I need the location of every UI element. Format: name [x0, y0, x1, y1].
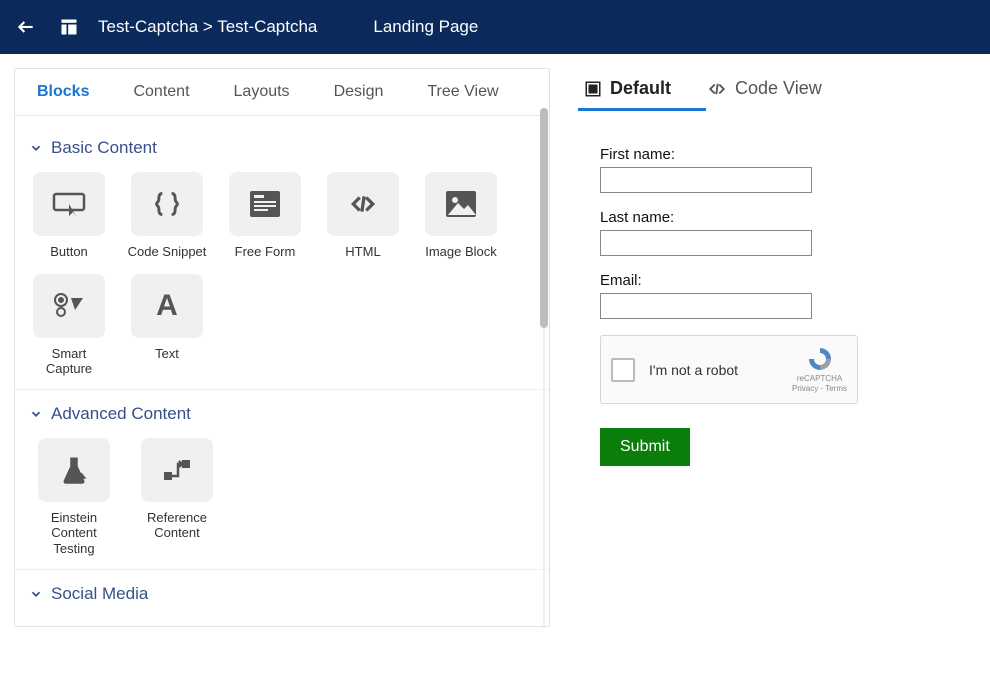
recaptcha-legal[interactable]: Privacy - Terms [792, 384, 847, 394]
page-title: Landing Page [373, 17, 478, 37]
block-reference-content[interactable]: Reference Content [137, 438, 217, 557]
button-icon [52, 190, 86, 218]
left-tabs: Blocks Content Layouts Design Tree View [15, 69, 549, 116]
section-title: Advanced Content [51, 404, 191, 424]
reference-icon [162, 456, 192, 484]
block-grid-basic: Button Code Snippet Free Form HTML [29, 168, 535, 377]
block-html[interactable]: HTML [323, 172, 403, 260]
tab-tree-view[interactable]: Tree View [405, 69, 520, 115]
block-label: Code Snippet [127, 244, 207, 260]
tab-blocks[interactable]: Blocks [15, 69, 111, 115]
block-label: Text [127, 346, 207, 362]
section-title: Basic Content [51, 138, 157, 158]
section-title: Social Media [51, 584, 148, 604]
tab-default[interactable]: Default [584, 78, 671, 109]
scrollbar[interactable] [540, 108, 550, 628]
block-image[interactable]: Image Block [421, 172, 501, 260]
recaptcha-text: I'm not a robot [649, 362, 738, 378]
block-label: Free Form [225, 244, 305, 260]
recaptcha-widget: I'm not a robot reCAPTCHA Privacy - Term… [600, 335, 858, 404]
braces-icon [150, 190, 184, 218]
tab-layouts[interactable]: Layouts [212, 69, 312, 115]
right-panel: Default Code View First name: Last name:… [550, 68, 990, 627]
block-einstein-testing[interactable]: Einstein Content Testing [29, 438, 119, 557]
field-first-name: First name: [600, 146, 990, 193]
block-label: HTML [323, 244, 403, 260]
view-tabs: Default Code View [578, 68, 990, 112]
first-name-label: First name: [600, 146, 990, 163]
block-label: Button [29, 244, 109, 260]
block-button[interactable]: Button [29, 172, 109, 260]
block-code-snippet[interactable]: Code Snippet [127, 172, 207, 260]
code-icon [707, 80, 727, 98]
field-email: Email: [600, 272, 990, 319]
section-advanced-content: Advanced Content Einstein Content Testin… [15, 390, 549, 570]
tab-label: Code View [735, 78, 822, 99]
field-last-name: Last name: [600, 209, 990, 256]
html-icon [346, 191, 380, 217]
last-name-input[interactable] [600, 230, 812, 256]
first-name-input[interactable] [600, 167, 812, 193]
layout-icon [58, 16, 80, 38]
tab-content[interactable]: Content [111, 69, 211, 115]
recaptcha-checkbox[interactable] [611, 358, 635, 382]
chevron-down-icon [29, 141, 43, 155]
last-name-label: Last name: [600, 209, 990, 226]
flask-icon [59, 455, 89, 485]
submit-button[interactable]: Submit [600, 428, 690, 466]
layout-view-icon [584, 80, 602, 98]
block-label: Image Block [421, 244, 501, 260]
block-text[interactable]: A Text [127, 274, 207, 377]
section-header-basic[interactable]: Basic Content [29, 132, 535, 168]
block-label: Smart Capture [29, 346, 109, 377]
block-smart-capture[interactable]: Smart Capture [29, 274, 109, 377]
block-label: Reference Content [137, 510, 217, 541]
tab-label: Default [610, 78, 671, 99]
back-button[interactable] [12, 13, 40, 41]
chevron-down-icon [29, 407, 43, 421]
arrow-left-icon [16, 17, 36, 37]
top-bar: Test-Captcha > Test-Captcha Landing Page [0, 0, 990, 54]
block-free-form[interactable]: Free Form [225, 172, 305, 260]
email-input[interactable] [600, 293, 812, 319]
recaptcha-icon [805, 346, 835, 372]
breadcrumb[interactable]: Test-Captcha > Test-Captcha [98, 17, 317, 37]
text-icon: A [156, 289, 178, 323]
section-header-social[interactable]: Social Media [29, 578, 535, 614]
form-preview: First name: Last name: Email: I'm not a … [578, 112, 990, 466]
email-label: Email: [600, 272, 990, 289]
tab-design[interactable]: Design [312, 69, 406, 115]
section-basic-content: Basic Content Button Code Snippet Free F… [15, 124, 549, 390]
freeform-icon [250, 191, 280, 217]
smartcapture-icon [53, 292, 85, 320]
section-header-advanced[interactable]: Advanced Content [29, 398, 535, 434]
section-social-media: Social Media [15, 570, 549, 626]
chevron-down-icon [29, 587, 43, 601]
panel-body: Basic Content Button Code Snippet Free F… [15, 116, 549, 626]
image-icon [446, 191, 476, 217]
workspace: Blocks Content Layouts Design Tree View … [0, 54, 990, 627]
recaptcha-brand: reCAPTCHA Privacy - Terms [792, 346, 847, 393]
recaptcha-brand-text: reCAPTCHA [792, 374, 847, 384]
block-label: Einstein Content Testing [29, 510, 119, 557]
scrollbar-thumb[interactable] [540, 108, 548, 328]
tab-code-view[interactable]: Code View [707, 78, 822, 109]
left-panel: Blocks Content Layouts Design Tree View … [14, 68, 550, 627]
block-grid-advanced: Einstein Content Testing Reference Conte… [29, 434, 535, 557]
